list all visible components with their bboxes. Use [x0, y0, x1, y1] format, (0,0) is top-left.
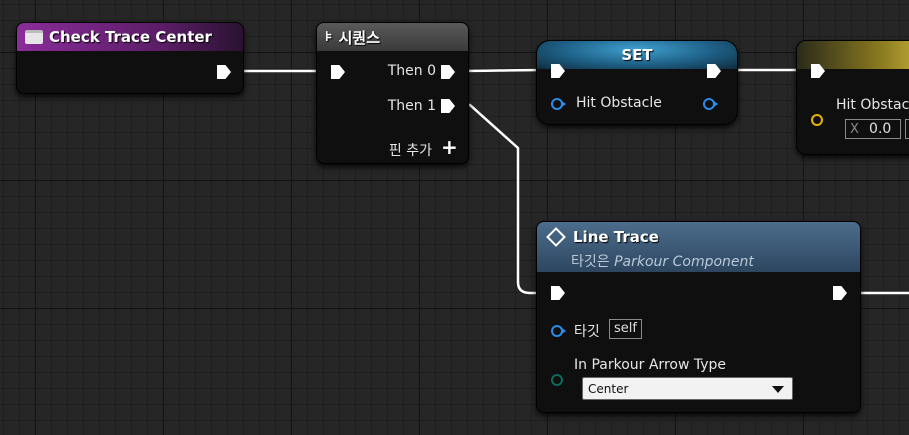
event-node-title: Check Trace Center: [49, 28, 212, 46]
set-hit-obstacle-out-pin[interactable]: [703, 98, 718, 110]
event-exec-out-pin[interactable]: [217, 65, 231, 79]
sequence-node-title: 시퀀스: [338, 28, 381, 47]
line-trace-header: Line Trace 타깃은 Parkour Component: [537, 222, 860, 272]
partial-x-label: X: [850, 122, 859, 137]
partial-next-input[interactable]: [905, 119, 909, 139]
partial-x-input[interactable]: X 0.0: [845, 119, 901, 139]
line-trace-subtitle-target: Parkour Component: [614, 254, 754, 270]
line-trace-title: Line Trace: [573, 228, 659, 246]
event-node-header: Check Trace Center: [17, 23, 243, 51]
enum-pin[interactable]: [551, 374, 563, 386]
line-trace-exec-out-pin[interactable]: [833, 286, 847, 300]
sequence-icon: ⊧: [325, 29, 333, 45]
set-hit-obstacle-in-pin[interactable]: [551, 98, 566, 110]
line-trace-target-value: self: [614, 321, 637, 336]
sequence-then0-label: Then 0: [387, 63, 436, 79]
partial-node-hit-obstacle[interactable]: Hit Obstacle X 0.0: [796, 40, 909, 155]
partial-x-value: 0.0: [869, 121, 892, 137]
plus-icon[interactable]: +: [441, 135, 458, 159]
event-icon: [25, 30, 43, 44]
line-trace-arrow-type-value: Center: [588, 382, 629, 396]
line-trace-subtitle-prefix: 타깃은: [571, 254, 610, 270]
set-node-hit-obstacle[interactable]: SET Hit Obstacle: [536, 40, 738, 125]
sequence-add-pin-label[interactable]: 핀 추가: [389, 140, 432, 160]
line-trace-target-pin[interactable]: [551, 325, 566, 337]
sequence-node-header: ⊧ 시퀀스: [317, 23, 468, 51]
sequence-then1-pin[interactable]: [441, 99, 455, 113]
sequence-exec-in-pin[interactable]: [331, 65, 345, 79]
event-node-check-trace-center[interactable]: Check Trace Center: [16, 22, 244, 94]
dropdown-arrow-icon: [772, 386, 784, 393]
line-trace-target-input[interactable]: self: [609, 319, 642, 339]
sequence-then0-pin[interactable]: [441, 65, 455, 79]
sequence-then1-label: Then 1: [387, 98, 436, 114]
line-trace-target-label: 타깃: [574, 324, 600, 340]
sequence-node[interactable]: ⊧ 시퀀스 Then 0 Then 1 핀 추가 +: [316, 22, 469, 164]
line-trace-arrow-type-dropdown[interactable]: Center: [582, 377, 793, 400]
function-icon: [546, 227, 566, 247]
set-hit-obstacle-label: Hit Obstacle: [576, 95, 662, 111]
partial-hit-obstacle-label: Hit Obstacle: [836, 97, 909, 113]
line-trace-arrow-type-label: In Parkour Arrow Type: [574, 357, 727, 373]
line-trace-node[interactable]: Line Trace 타깃은 Parkour Component 타깃 self…: [536, 221, 861, 413]
line-trace-exec-in-pin[interactable]: [551, 286, 565, 300]
vector-pin[interactable]: [811, 114, 823, 126]
set-node-title: SET: [621, 46, 653, 64]
